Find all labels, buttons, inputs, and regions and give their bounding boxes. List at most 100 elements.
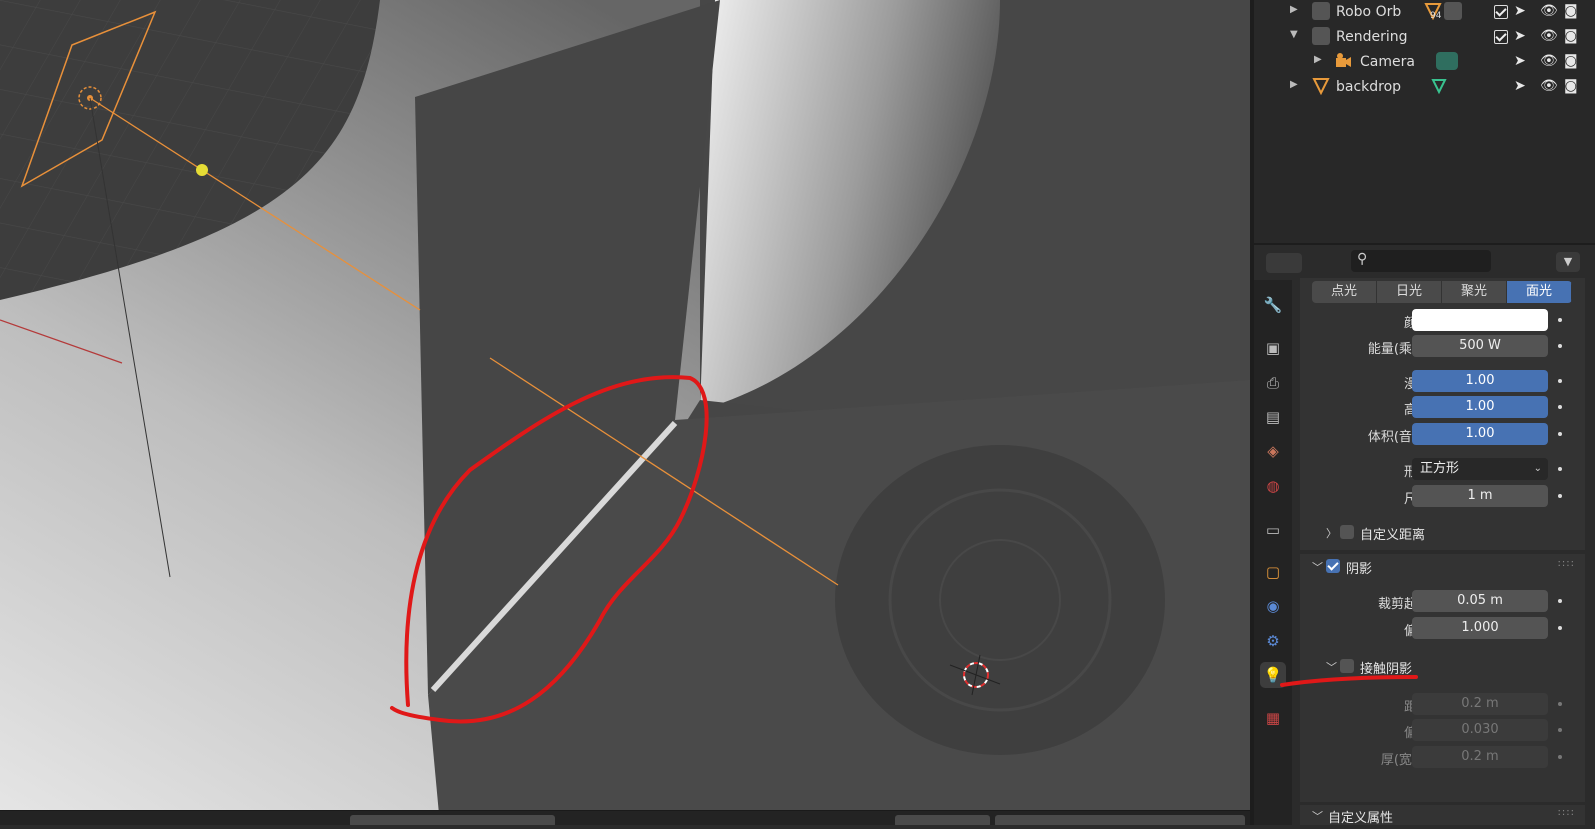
outliner-label: Robo Orb	[1336, 4, 1402, 20]
keyframe-dot-icon[interactable]	[1558, 344, 1562, 348]
outliner-row-backdrop[interactable]: ▶ backdrop ➤ 👁 ◙	[1254, 75, 1595, 99]
keyframe-dot-icon[interactable]	[1558, 494, 1562, 498]
custom-distance-checkbox[interactable]	[1340, 525, 1354, 539]
shape-dropdown[interactable]: 正方形 ⌄	[1412, 458, 1548, 480]
diffuse-slider[interactable]: 1.00	[1412, 370, 1548, 392]
size-field[interactable]: 1 m	[1412, 485, 1548, 507]
specular-row: 高光 1.00	[1300, 396, 1585, 420]
camera-render-icon[interactable]: ◙	[1564, 28, 1578, 44]
keyframe-dot-icon[interactable]	[1558, 599, 1562, 603]
shape-row: 形状 正方形 ⌄	[1300, 458, 1585, 482]
keyframe-dot-icon[interactable]	[1558, 702, 1562, 706]
custom-props-header[interactable]: ﹀ 自定义属性 ::::	[1300, 803, 1585, 829]
volume-slider[interactable]: 1.00	[1412, 423, 1548, 445]
eye-icon[interactable]: 👁	[1540, 28, 1558, 44]
editor-type-button[interactable]	[1266, 253, 1302, 273]
viewport-scene	[0, 0, 1250, 825]
camera-data-icon[interactable]	[1436, 52, 1458, 70]
light-type-sun[interactable]: 日光	[1377, 281, 1442, 303]
power-row: 能量(乘方) 500 W	[1300, 335, 1585, 359]
properties-tabs: 🔧 ▣ ⎙ ▤ ◈ ◍ ▭ ▢ ◉ ⚙ 💡 ▦	[1254, 280, 1292, 825]
eye-icon[interactable]: 👁	[1540, 53, 1558, 69]
camera-object-icon	[1334, 52, 1352, 70]
chevron-right-icon[interactable]: 〉	[1326, 525, 1337, 541]
camera-render-icon[interactable]: ◙	[1564, 3, 1578, 19]
shadow-bias-row: 偏移 1.000	[1300, 617, 1585, 641]
camera-render-icon[interactable]: ◙	[1564, 53, 1578, 69]
drag-grip-icon[interactable]: ::::	[1558, 558, 1575, 569]
shadow-bias-field[interactable]: 1.000	[1412, 617, 1548, 639]
expand-arrow-icon[interactable]: ▼	[1290, 29, 1298, 40]
custom-distance-label: 自定义距离	[1360, 528, 1426, 543]
outliner-label: Rendering	[1336, 29, 1408, 45]
color-swatch[interactable]	[1412, 309, 1548, 331]
mesh-data-icon[interactable]	[1430, 77, 1448, 95]
clip-start-field[interactable]: 0.05 m	[1412, 590, 1548, 612]
search-input[interactable]: ⚲	[1351, 250, 1491, 272]
render-tab-icon[interactable]: ▣	[1260, 335, 1286, 361]
diffuse-row: 漫射 1.00	[1300, 370, 1585, 394]
constraints-tab-icon[interactable]: ⚙	[1260, 628, 1286, 654]
drag-grip-icon[interactable]: ::::	[1558, 807, 1575, 818]
contact-thickness-field[interactable]: 0.2 m	[1412, 746, 1548, 768]
chevron-down-icon[interactable]: ﹀	[1312, 808, 1323, 824]
world-tab-icon[interactable]: ◍	[1260, 473, 1286, 499]
tool-tab-icon[interactable]: 🔧	[1260, 292, 1286, 318]
outliner-row-camera[interactable]: ▶ Camera ➤ 👁 ◙	[1254, 50, 1595, 74]
include-checkbox[interactable]	[1494, 5, 1508, 19]
outliner-row-robo-orb[interactable]: ▶ Robo Orb 94 ➤ 👁 ◙	[1254, 0, 1595, 24]
eye-icon[interactable]: 👁	[1540, 78, 1558, 94]
scene-tab-icon[interactable]: ◈	[1260, 438, 1286, 464]
contact-distance-field[interactable]: 0.2 m	[1412, 693, 1548, 715]
outliner-label: backdrop	[1336, 79, 1402, 95]
include-checkbox[interactable]	[1494, 30, 1508, 44]
expand-arrow-icon[interactable]: ▶	[1290, 79, 1298, 90]
collection-icon	[1312, 2, 1330, 20]
light-type-spot[interactable]: 聚光	[1442, 281, 1507, 303]
object-tab-icon[interactable]: ▢	[1260, 559, 1286, 585]
shadow-checkbox[interactable]	[1326, 559, 1340, 573]
outliner: ▶ Robo Orb 94 ➤ 👁 ◙ ▼ Rendering ➤ 👁 ◙ ▶ …	[1254, 0, 1595, 243]
specular-slider[interactable]: 1.00	[1412, 396, 1548, 418]
collection-icon	[1312, 27, 1330, 45]
keyframe-dot-icon[interactable]	[1558, 755, 1562, 759]
texture-tab-icon[interactable]: ▦	[1260, 705, 1286, 731]
keyframe-dot-icon[interactable]	[1558, 467, 1562, 471]
eye-icon[interactable]: 👁	[1540, 3, 1558, 19]
collection-tab-icon[interactable]: ▭	[1260, 517, 1286, 543]
shadow-header[interactable]: ﹀ 阴影 ::::	[1300, 554, 1585, 580]
output-tab-icon[interactable]: ⎙	[1260, 370, 1286, 396]
view-layer-tab-icon[interactable]: ▤	[1260, 404, 1286, 430]
select-arrow-icon[interactable]: ➤	[1514, 3, 1526, 19]
chevron-down-icon[interactable]: ▼	[1556, 252, 1580, 272]
light-target-handle[interactable]	[196, 164, 208, 176]
keyframe-dot-icon[interactable]	[1558, 728, 1562, 732]
3d-viewport[interactable]	[0, 0, 1250, 825]
light-type-selector[interactable]: 点光 日光 聚光 面光	[1312, 281, 1572, 303]
keyframe-dot-icon[interactable]	[1558, 626, 1562, 630]
expand-arrow-icon[interactable]: ▶	[1314, 54, 1322, 65]
expand-arrow-icon[interactable]: ▶	[1290, 4, 1298, 15]
chevron-down-icon: ⌄	[1533, 463, 1542, 474]
keyframe-dot-icon[interactable]	[1558, 432, 1562, 436]
select-arrow-icon[interactable]: ➤	[1514, 53, 1526, 69]
power-field[interactable]: 500 W	[1412, 335, 1548, 357]
contact-thickness-row: 厚(宽)度 0.2 m	[1300, 746, 1585, 770]
physics-tab-icon[interactable]: ◉	[1260, 593, 1286, 619]
custom-props-title: 自定义属性	[1328, 811, 1394, 826]
keyframe-dot-icon[interactable]	[1558, 405, 1562, 409]
color-row: 颜色	[1300, 309, 1585, 333]
select-arrow-icon[interactable]: ➤	[1514, 28, 1526, 44]
chevron-down-icon[interactable]: ﹀	[1312, 559, 1323, 575]
contact-bias-field[interactable]: 0.030	[1412, 719, 1548, 741]
custom-distance-subpanel[interactable]: 〉 自定义距离	[1314, 520, 1585, 546]
light-type-area[interactable]: 面光	[1507, 281, 1572, 303]
keyframe-dot-icon[interactable]	[1558, 379, 1562, 383]
search-icon: ⚲	[1357, 251, 1368, 267]
keyframe-dot-icon[interactable]	[1558, 318, 1562, 322]
light-bulb-icon	[1444, 2, 1462, 20]
light-type-point[interactable]: 点光	[1312, 281, 1377, 303]
select-arrow-icon[interactable]: ➤	[1514, 78, 1526, 94]
camera-render-icon[interactable]: ◙	[1564, 78, 1578, 94]
outliner-row-rendering[interactable]: ▼ Rendering ➤ 👁 ◙	[1254, 25, 1595, 49]
